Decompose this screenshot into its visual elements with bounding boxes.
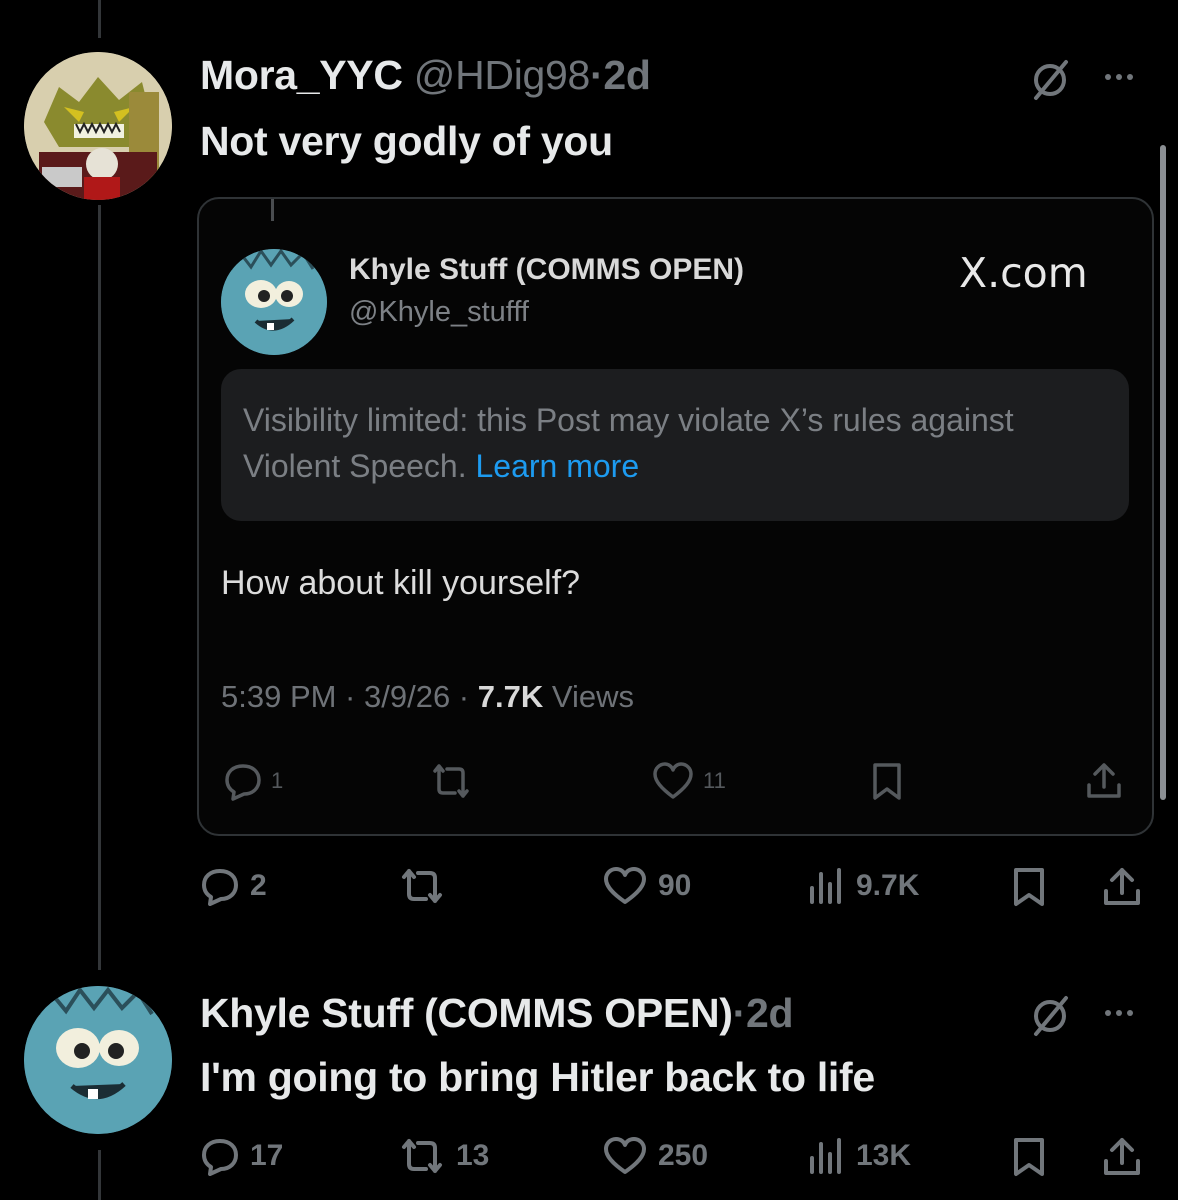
embed-thread-tick (271, 199, 274, 221)
post1-views-button[interactable]: 9.7K (806, 866, 919, 906)
share-icon (1087, 763, 1121, 798)
post2-share-button[interactable] (1100, 1136, 1144, 1178)
reply-icon (202, 1139, 238, 1176)
bookmark-icon (1014, 1138, 1044, 1176)
post2-like-count: 250 (658, 1139, 709, 1172)
embed-handle: @Khyle_stufff (349, 296, 529, 328)
post2-display-name[interactable]: Khyle Stuff (COMMS OPEN) (200, 990, 733, 1036)
heart-icon (604, 867, 646, 904)
scrollbar[interactable] (1160, 145, 1166, 800)
post1-share-button[interactable] (1100, 866, 1144, 908)
quoted-screenshot[interactable]: Khyle Stuff (COMMS OPEN) @Khyle_stufff X… (197, 197, 1154, 836)
heart-icon (653, 762, 693, 799)
share-icon (1104, 868, 1140, 905)
post1-header: Mora_YYC @HDig98·2d (200, 52, 651, 99)
reply-icon (202, 869, 238, 906)
visibility-notice-text: Visibility limited: this Post may violat… (243, 397, 1113, 489)
bookmark-icon (873, 763, 901, 800)
embed-views-label: Views (543, 679, 634, 714)
post2-bookmark-button[interactable] (1010, 1136, 1048, 1178)
post1-more-icon[interactable] (1105, 74, 1133, 80)
views-icon (810, 1138, 841, 1174)
views-icon (810, 868, 841, 904)
thread-line-top (98, 0, 101, 38)
embed-like-count: 11 (703, 768, 726, 793)
embed-repost (429, 761, 473, 801)
thread-line-bottom (98, 1150, 101, 1200)
repost-icon (433, 764, 469, 798)
embed-timestamp: 5:39 PM · 3/9/26 · (221, 679, 478, 714)
post1-repost-button[interactable] (398, 866, 446, 906)
embed-meta: 5:39 PM · 3/9/26 · 7.7K Views (221, 679, 634, 715)
share-icon (1104, 1138, 1140, 1175)
embed-reply: 1 (223, 761, 283, 801)
grok-icon[interactable] (1028, 994, 1072, 1038)
post2-time[interactable]: 2d (746, 990, 794, 1036)
thread-line-middle (98, 205, 101, 970)
post2-reply-button[interactable]: 17 (200, 1136, 283, 1176)
embed-display-name: Khyle Stuff (COMMS OPEN) (349, 253, 744, 286)
post2-header: Khyle Stuff (COMMS OPEN)·2d (200, 990, 794, 1037)
heart-icon (604, 1137, 646, 1174)
bookmark-icon (1014, 868, 1044, 906)
embed-bookmark (869, 761, 905, 801)
embed-body-text: How about kill yourself? (221, 564, 581, 602)
post1-bookmark-button[interactable] (1010, 866, 1048, 908)
embed-share (1084, 761, 1124, 801)
post2-views-button[interactable]: 13K (806, 1136, 911, 1176)
repost-icon (402, 1139, 442, 1173)
post2-separator: · (732, 990, 747, 1036)
visibility-notice: Visibility limited: this Post may violat… (221, 369, 1129, 521)
post1-reply-count: 2 (250, 869, 267, 902)
post1-display-name[interactable]: Mora_YYC (200, 52, 403, 98)
post1-reply-button[interactable]: 2 (200, 866, 267, 906)
avatar-khyle[interactable] (24, 986, 172, 1134)
embed-like: 11 (651, 761, 726, 801)
x-logo: X.com (959, 249, 1088, 297)
avatar-mora[interactable] (24, 52, 172, 200)
post1-handle[interactable]: @HDig98 (414, 52, 591, 98)
post1-like-button[interactable]: 90 (602, 866, 691, 906)
post1-text: Not very godly of you (200, 118, 613, 164)
embed-views-count: 7.7K (477, 679, 544, 714)
post2-repost-count: 13 (456, 1139, 490, 1172)
learn-more-link: Learn more (475, 448, 640, 484)
repost-icon (402, 869, 442, 903)
post2-like-button[interactable]: 250 (602, 1136, 708, 1176)
post2-views-count: 13K (856, 1139, 912, 1172)
reply-icon (225, 764, 261, 801)
post1-separator: · (590, 52, 604, 98)
post1-views-count: 9.7K (856, 869, 920, 902)
post1-like-count: 90 (658, 869, 692, 902)
post2-more-icon[interactable] (1105, 1010, 1133, 1016)
embed-avatar (221, 249, 327, 355)
post2-text: I'm going to bring Hitler back to life (200, 1054, 875, 1100)
post2-repost-button[interactable]: 13 (398, 1136, 489, 1176)
grok-icon[interactable] (1028, 58, 1072, 102)
post2-reply-count: 17 (250, 1139, 284, 1172)
post1-time[interactable]: 2d (603, 52, 651, 98)
embed-reply-count: 1 (271, 768, 284, 793)
